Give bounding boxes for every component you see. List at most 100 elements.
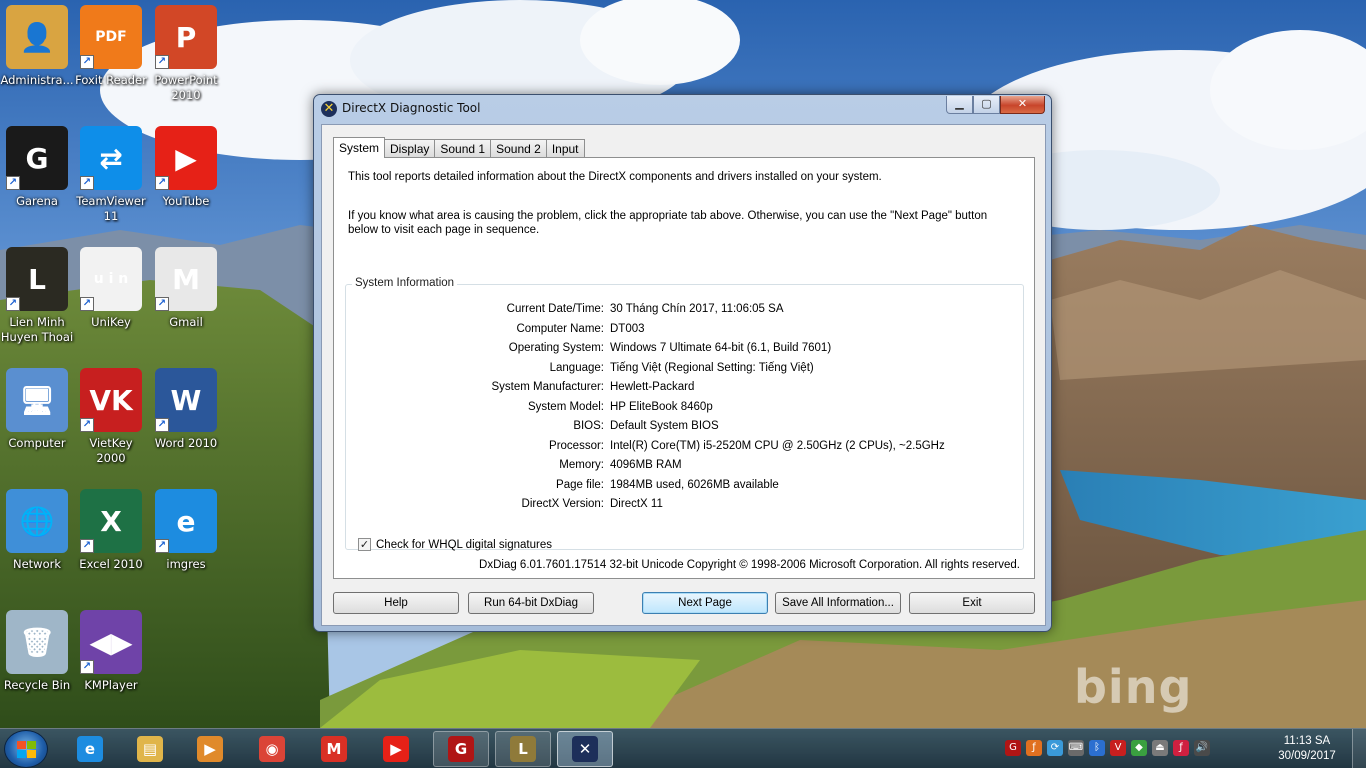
system-info-value: Windows 7 Ultimate 64-bit (6.1, Build 76… [610,342,832,354]
tray-bluetooth-icon[interactable]: ᛒ [1089,740,1105,756]
minimize-button[interactable]: ▁ [946,96,973,114]
vietkey-icon: VK ↗ [80,368,142,432]
taskbar-button-gmail[interactable]: M [306,731,362,767]
desktop-icon[interactable]: X ↗ Excel 2010 [74,489,148,572]
desktop-icon[interactable]: 🖥 Computer [0,368,74,451]
tab-sound-1[interactable]: Sound 1 [434,139,492,157]
tray-vietkey-icon[interactable]: V [1110,740,1126,756]
desktop-icon[interactable]: 🌐 Network [0,489,74,572]
system-info-label: BIOS: [573,420,604,432]
taskbar-button-youtube[interactable]: ▶ [368,731,424,767]
system-info-value: HP EliteBook 8460p [610,400,713,413]
save-all-information-button[interactable]: Save All Information... [775,592,901,614]
taskbar-button-garena[interactable]: G [433,731,489,767]
kmplayer-icon: ◀▶ ↗ [80,610,142,674]
system-info-label: Page file: [556,478,604,491]
taskbar-clock[interactable]: 11:13 SA 30/09/2017 [1272,734,1342,764]
shortcut-arrow-icon: ↗ [80,418,94,432]
system-info-value: DirectX 11 [610,498,663,510]
whql-checkbox-label[interactable]: Check for WHQL digital signatures [376,539,552,551]
desktop-icon-label: Network [12,557,62,571]
desktop-icon[interactable]: G ↗ Garena [0,126,74,209]
taskbar-button-directx-diagnostic[interactable]: ✕ [557,731,613,767]
shortcut-arrow-icon: ↗ [155,539,169,553]
desktop-icon[interactable]: L ↗ Lien Minh Huyen Thoai [0,247,74,345]
system-info-row: Page file: 1984MB used, 6026MB available [346,479,1025,495]
desktop-icon-label: YouTube [162,194,210,208]
next-page-button[interactable]: Next Page [642,592,768,614]
network-icon: 🌐 [6,489,68,553]
close-button[interactable]: ✕ [1000,96,1045,114]
system-info-label: Operating System: [508,342,604,354]
dxdiag-window[interactable]: ✕ DirectX Diagnostic Tool ▁ ▢ ✕ System D… [313,94,1052,632]
tray-usb-icon[interactable]: ⏏ [1152,740,1168,756]
system-info-value: 4096MB RAM [610,459,682,471]
desktop-icon[interactable]: 🗑 Recycle Bin [0,610,74,693]
tray-volume-icon[interactable]: 🔊 [1194,740,1210,756]
taskbar-button-media-player[interactable]: ▶ [182,731,238,767]
desktop-icon-label: imgres [166,557,206,571]
show-desktop-button[interactable] [1352,729,1366,768]
desktop-icon-label: Excel 2010 [79,557,143,571]
help-button[interactable]: Help [333,592,459,614]
user-folder-icon: 👤 [6,5,68,69]
gmail-icon: M [321,736,347,762]
tab-display[interactable]: Display [384,139,436,157]
desktop-icon[interactable]: 👤 Administra... [0,5,74,88]
tab-input[interactable]: Input [545,139,585,157]
garena-icon: G ↗ [6,126,68,190]
tray-defender-icon[interactable]: ◆ [1131,740,1147,756]
garena-icon: G [448,736,474,762]
desktop-icon[interactable]: P ↗ PowerPoint 2010 [149,5,223,103]
desktop-icon[interactable]: ⇄ ↗ TeamViewer 11 [74,126,148,224]
desktop-icon[interactable]: e ↗ imgres [149,489,223,572]
desktop-icon[interactable]: ▶ ↗ YouTube [149,126,223,209]
system-info-row: Memory: 4096MB RAM [346,459,1025,475]
whql-checkbox-row[interactable]: ✓ Check for WHQL digital signatures [358,538,552,551]
tray-garena-icon[interactable]: G [1005,740,1021,756]
taskbar-button-file-explorer[interactable]: ▤ [122,731,178,767]
media-player-icon: ▶ [197,736,223,762]
tray-keyboard-icon[interactable]: ⌨ [1068,740,1084,756]
shortcut-arrow-icon: ↗ [6,297,20,311]
desktop-icon[interactable]: ◀▶ ↗ KMPlayer [74,610,148,693]
desktop-icon[interactable]: u i n ↗ UniKey [74,247,148,330]
desktop-icon[interactable]: VK ↗ VietKey 2000 [74,368,148,466]
tab-system[interactable]: System [333,137,386,158]
system-tab-panel: This tool reports detailed information a… [333,157,1035,579]
system-info-row: Operating System: Windows 7 Ultimate 64-b… [346,342,1025,358]
taskbar-button-internet-explorer[interactable]: e [62,731,118,767]
desktop-icon-label: PowerPoint 2010 [154,73,218,102]
taskbar-button-league-of-legends[interactable]: L [495,731,551,767]
whql-checkbox[interactable]: ✓ [358,538,371,551]
youtube-icon: ▶ ↗ [155,126,217,190]
recycle-bin-icon: 🗑 [6,610,68,674]
shortcut-arrow-icon: ↗ [155,176,169,190]
title-bar[interactable]: ✕ DirectX Diagnostic Tool ▁ ▢ ✕ [314,95,1051,123]
tray-flash-icon[interactable]: ƒ [1026,740,1042,756]
desktop-icon[interactable]: PDF ↗ Foxit Reader [74,5,148,88]
desktop-icon-label: TeamViewer 11 [76,194,146,223]
desktop-icon[interactable]: M ↗ Gmail [149,247,223,330]
group-title: System Information [352,277,458,289]
desktop-icon-label: UniKey [91,315,131,329]
intro-text: This tool reports detailed information a… [348,171,882,183]
system-info-label: Language: [549,361,604,374]
system-info-row: DirectX Version: DirectX 11 [346,498,1025,514]
window-client-area: System Display Sound 1 Sound 2 Input Thi… [321,124,1046,626]
tray-network-sync-icon[interactable]: ⟳ [1047,740,1063,756]
system-info-label: System Model: [527,400,604,413]
exit-button[interactable]: Exit [909,592,1035,614]
taskbar-button-chrome[interactable]: ◉ [244,731,300,767]
start-button[interactable] [4,730,48,768]
run-64bit-dxdiag-button[interactable]: Run 64-bit DxDiag [468,592,594,614]
maximize-button[interactable]: ▢ [973,96,1000,114]
system-info-row: Current Date/Time: 30 Tháng Chín 2017, 11… [346,303,1025,319]
desktop-icon-label: Word 2010 [154,436,218,450]
tray-flash-red-icon[interactable]: ƒ [1173,740,1189,756]
tab-sound-2[interactable]: Sound 2 [490,139,547,157]
desktop-icon[interactable]: W ↗ Word 2010 [149,368,223,451]
windows-flag-icon [17,741,37,759]
foxit-pdf-icon: PDF ↗ [80,5,142,69]
window-title: DirectX Diagnostic Tool [342,101,481,115]
